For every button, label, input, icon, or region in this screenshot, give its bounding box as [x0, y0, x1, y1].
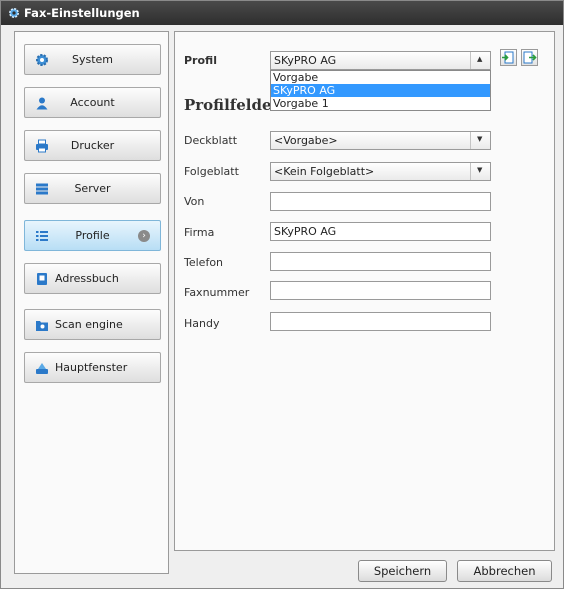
telefon-label: Telefon [184, 256, 224, 269]
sidebar-item-adressbuch[interactable]: Adressbuch [24, 263, 161, 294]
telefon-field[interactable] [270, 252, 491, 271]
sidebar-item-account[interactable]: Account [24, 87, 161, 118]
export-profile-button[interactable] [521, 49, 538, 66]
app-gear-icon [8, 7, 20, 22]
chevron-down-icon: ▼ [477, 166, 483, 174]
cancel-button[interactable]: Abbrechen [457, 560, 552, 582]
window-title: Fax-Einstellungen [24, 6, 140, 20]
von-field[interactable] [270, 192, 491, 211]
addressbook-icon [35, 272, 49, 286]
profile-option-selected[interactable]: SKyPRO AG [271, 84, 490, 97]
scanner-icon [35, 318, 49, 332]
sidebar-item-label: Account [70, 96, 115, 109]
profile-panel: Profil SKyPRO AG ▲ Vorgabe SKyPRO AG Vor… [174, 31, 555, 551]
handy-label: Handy [184, 317, 220, 330]
fax-settings-window: Fax-Einstellungen System Account Drucker [0, 0, 564, 589]
sidebar-item-drucker[interactable]: Drucker [24, 130, 161, 161]
deckblatt-value: <Vorgabe> [274, 134, 338, 147]
deckblatt-label: Deckblatt [184, 134, 238, 147]
sidebar-item-label: Adressbuch [55, 272, 119, 285]
profile-label: Profil [184, 54, 217, 67]
import-icon [502, 51, 514, 64]
profile-select-value: SKyPRO AG [274, 54, 337, 67]
sidebar-item-label: Server [74, 182, 111, 195]
profile-select[interactable]: SKyPRO AG ▲ [270, 51, 491, 70]
handy-field[interactable] [270, 312, 491, 331]
sidebar-item-system[interactable]: System [24, 44, 161, 75]
deckblatt-select[interactable]: <Vorgabe> ▼ [270, 131, 491, 150]
firma-field[interactable]: SKyPRO AG [270, 222, 491, 241]
von-label: Von [184, 195, 205, 208]
faxnummer-label: Faxnummer [184, 286, 250, 299]
save-button[interactable]: Speichern [358, 560, 447, 582]
folgeblatt-select[interactable]: <Kein Folgeblatt> ▼ [270, 162, 491, 181]
dropdown-button[interactable]: ▼ [470, 163, 490, 180]
sidebar-item-label: Scan engine [55, 318, 123, 331]
sidebar-item-label: Hauptfenster [55, 361, 128, 374]
faxnummer-field[interactable] [270, 281, 491, 300]
sidebar-item-label: Drucker [70, 139, 115, 152]
sidebar-item-label: System [71, 53, 114, 66]
export-icon [523, 51, 537, 64]
chevron-right-icon: › [138, 230, 150, 242]
profile-dropdown-list: Vorgabe SKyPRO AG Vorgabe 1 [270, 70, 491, 111]
sidebar-item-hauptfenster[interactable]: Hauptfenster [24, 352, 161, 383]
sidebar: System Account Drucker Server Profile › … [14, 31, 169, 574]
dropdown-button[interactable]: ▲ [470, 52, 490, 69]
sidebar-item-profile[interactable]: Profile › [24, 220, 161, 251]
firma-label: Firma [184, 226, 215, 239]
chevron-down-icon: ▼ [477, 135, 483, 143]
profile-option[interactable]: Vorgabe 1 [271, 97, 490, 110]
profile-option[interactable]: Vorgabe [271, 71, 490, 84]
folgeblatt-label: Folgeblatt [184, 165, 239, 178]
import-profile-button[interactable] [500, 49, 517, 66]
main-window-icon [35, 361, 49, 375]
profilfelder-heading: Profilfelder [184, 96, 280, 114]
dropdown-button[interactable]: ▼ [470, 132, 490, 149]
sidebar-item-scan-engine[interactable]: Scan engine [24, 309, 161, 340]
title-bar: Fax-Einstellungen [1, 1, 563, 25]
sidebar-item-server[interactable]: Server [24, 173, 161, 204]
chevron-up-icon: ▲ [477, 55, 483, 63]
folgeblatt-value: <Kein Folgeblatt> [274, 165, 375, 178]
